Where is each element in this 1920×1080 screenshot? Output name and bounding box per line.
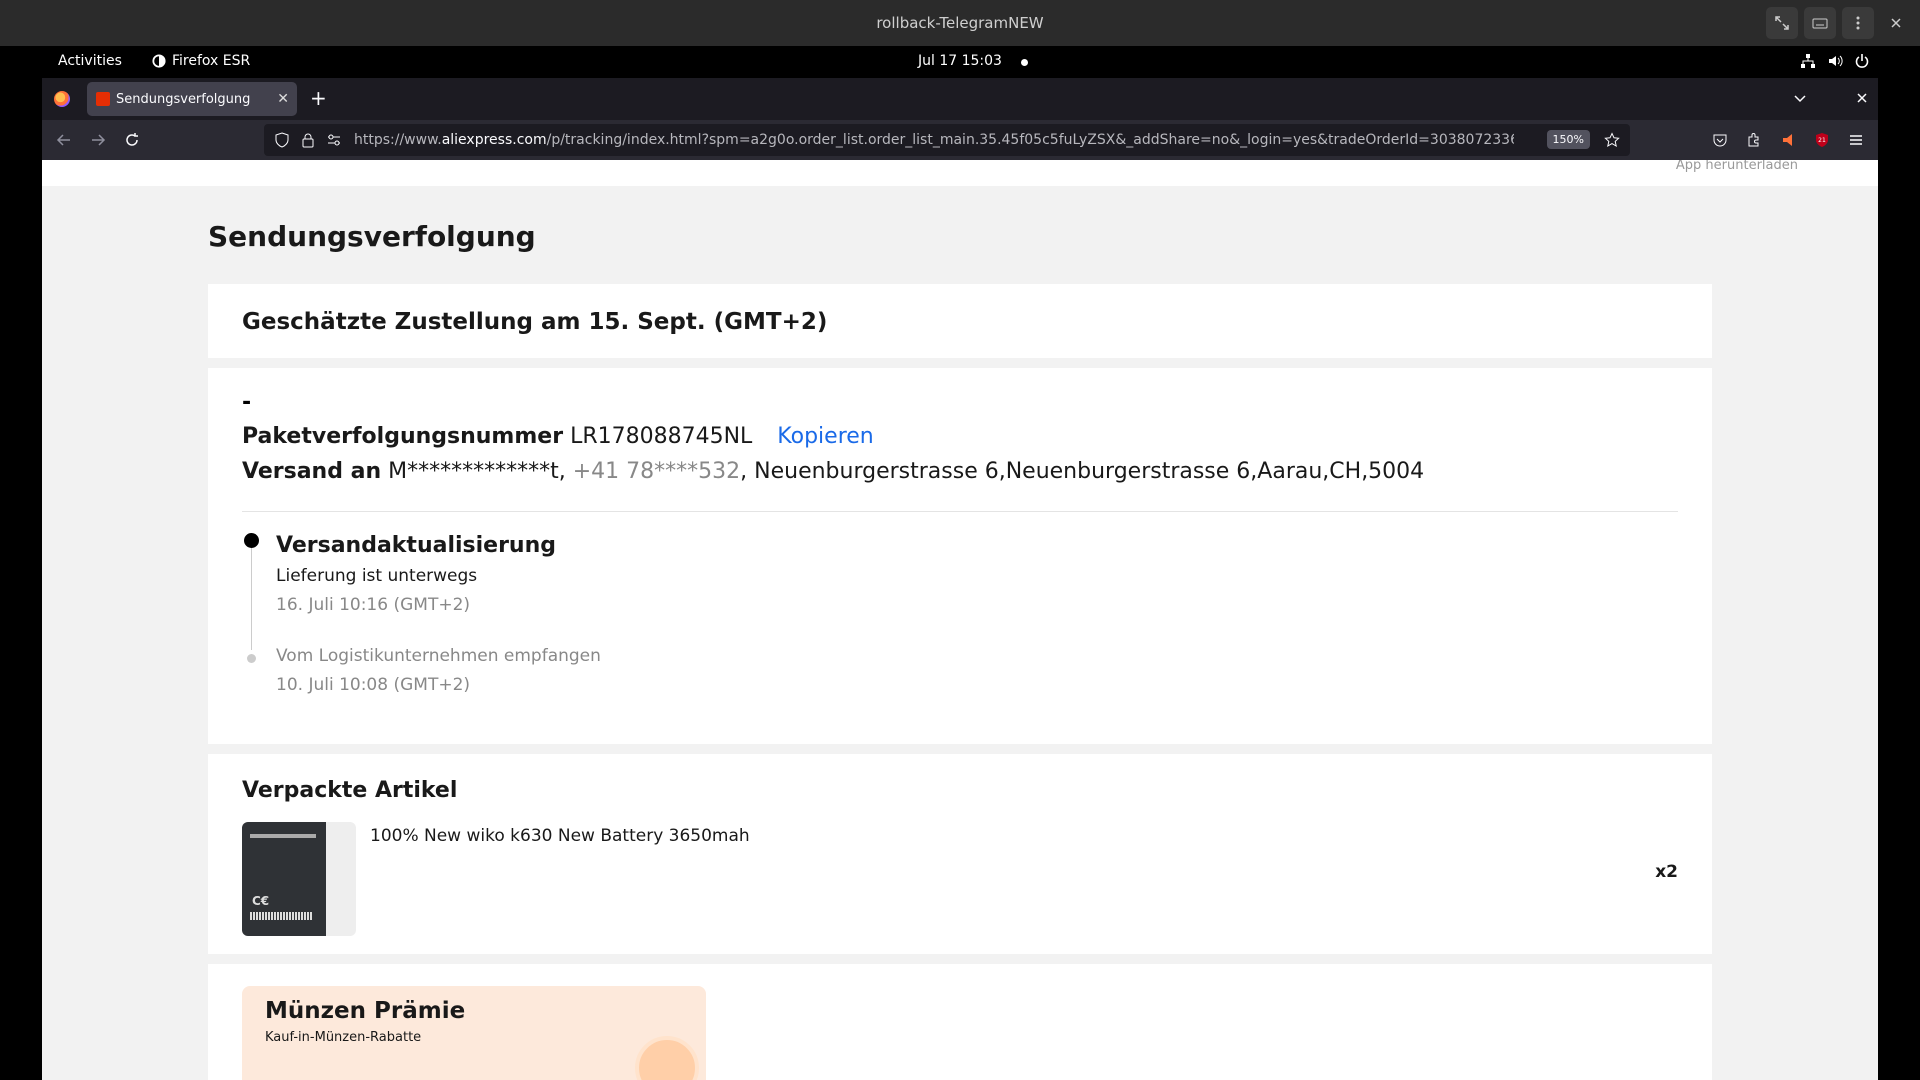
url-text[interactable]: https://www.aliexpress.com/p/tracking/in… [354, 132, 1514, 148]
back-icon[interactable] [56, 132, 72, 152]
window-controls [1766, 7, 1912, 39]
bookmark-star-icon[interactable] [1604, 132, 1620, 148]
aliexpress-favicon-icon [96, 92, 110, 106]
reload-icon[interactable] [124, 132, 140, 152]
timeline-event-time: 16. Juli 10:16 (GMT+2) [276, 595, 471, 615]
extension-orange-icon[interactable] [1780, 132, 1796, 148]
packed-items-title: Verpackte Artikel [242, 778, 458, 803]
coin-icon [635, 1036, 699, 1080]
timeline-event-status: Lieferung ist unterwegs [276, 566, 478, 586]
tab-title: Sendungsverfolgung [116, 91, 251, 107]
browser-window: Sendungsverfolgung ✕ + https://www.aliex… [42, 78, 1878, 1080]
fullscreen-icon[interactable] [1766, 7, 1798, 39]
system-tray[interactable] [1800, 53, 1870, 69]
timeline-event-time: 10. Juli 10:08 (GMT+2) [276, 675, 471, 695]
battery-label-stripe [250, 834, 316, 838]
product-quantity: x2 [1655, 862, 1678, 882]
timeline-past-dot [247, 654, 256, 663]
tracking-card: - Paketverfolgungsnummer LR178088745NL K… [208, 368, 1712, 744]
timeline-current-dot [244, 533, 259, 548]
firefox-icon [152, 54, 166, 68]
network-icon [1801, 54, 1815, 68]
divider [242, 511, 1678, 512]
page-title: Sendungsverfolgung [208, 220, 536, 253]
app-name: Firefox ESR [172, 53, 251, 69]
volume-icon [1829, 55, 1843, 67]
recipient-address: , Neuenburgerstrasse 6,Neuenburgerstrass… [740, 459, 1425, 484]
product-thumbnail[interactable]: C€ [242, 822, 356, 936]
ublock-icon[interactable]: 21 [1814, 132, 1830, 148]
recipient-phone: +41 78****532 [572, 459, 741, 484]
tracking-number-row: Paketverfolgungsnummer LR178088745NL Kop… [242, 424, 874, 449]
notification-dot [1021, 59, 1028, 66]
gnome-top-bar: Activities Firefox ESR Jul 17 15:03 [0, 46, 1920, 78]
battery-image: C€ [242, 822, 326, 936]
timeline-line [251, 540, 252, 650]
forward-icon[interactable] [90, 132, 106, 152]
power-icon [1855, 54, 1869, 68]
product-name[interactable]: 100% New wiko k630 New Battery 3650mah [370, 826, 750, 846]
url-path: /p/tracking/index.html?spm=a2g0o.order_l… [546, 132, 1514, 148]
estimated-delivery: Geschätzte Zustellung am 15. Sept. (GMT+… [242, 309, 828, 335]
shield-icon[interactable] [274, 132, 290, 148]
timeline-title: Versandaktualisierung [276, 533, 557, 558]
window-close-icon[interactable] [1880, 7, 1912, 39]
carrier-placeholder: - [242, 390, 252, 415]
tab-bar: Sendungsverfolgung ✕ + [42, 78, 1878, 120]
page-content: App herunterladen Sendungsverfolgung Ges… [42, 160, 1878, 1080]
coins-subtitle: Kauf-in-Münzen-Rabatte [265, 1030, 422, 1045]
coins-title: Münzen Prämie [265, 998, 466, 1024]
window-title: rollback-TelegramNEW [876, 14, 1044, 32]
tab-close-icon[interactable]: ✕ [277, 91, 289, 107]
url-bar[interactable]: https://www.aliexpress.com/p/tracking/in… [264, 124, 1630, 156]
header-strip [42, 160, 1878, 186]
pocket-icon[interactable] [1712, 132, 1728, 148]
permissions-icon[interactable] [326, 132, 342, 148]
tab-sendungsverfolgung[interactable]: Sendungsverfolgung ✕ [87, 82, 297, 116]
firefox-view-icon[interactable] [54, 91, 70, 107]
lock-icon[interactable] [300, 132, 316, 148]
url-host: aliexpress.com [441, 132, 547, 148]
url-prefix: https://www. [354, 132, 442, 148]
estimated-delivery-card: Geschätzte Zustellung am 15. Sept. (GMT+… [208, 284, 1712, 358]
activities-button[interactable]: Activities [58, 53, 122, 69]
packed-items-card: Verpackte Artikel C€ 100% New wiko k630 … [208, 754, 1712, 954]
ublock-badge: 21 [1818, 137, 1826, 144]
browser-close-icon[interactable] [1854, 90, 1870, 110]
hamburger-menu-icon[interactable] [1848, 132, 1864, 148]
zoom-indicator[interactable]: 150% [1546, 130, 1590, 149]
clock[interactable]: Jul 17 15:03 [918, 53, 1002, 69]
kebab-menu-icon[interactable] [1842, 7, 1874, 39]
navigation-toolbar: https://www.aliexpress.com/p/tracking/in… [42, 120, 1878, 160]
recipient-name: M*************t, [388, 459, 566, 484]
toolbar-right: 21 [1712, 132, 1864, 148]
tracking-label: Paketverfolgungsnummer [242, 424, 564, 449]
keyboard-icon[interactable] [1804, 7, 1836, 39]
app-menu[interactable]: Firefox ESR [152, 53, 250, 69]
ship-to-label: Versand an [242, 459, 382, 484]
window-titlebar: rollback-TelegramNEW [0, 0, 1920, 46]
timeline-event-status: Vom Logistikunternehmen empfangen [276, 646, 601, 666]
extensions-icon[interactable] [1746, 132, 1762, 148]
coins-card: Münzen Prämie Kauf-in-Münzen-Rabatte [208, 964, 1712, 1080]
app-download-link[interactable]: App herunterladen [1676, 160, 1798, 173]
tracking-number: LR178088745NL [570, 424, 753, 449]
new-tab-button[interactable]: + [310, 88, 327, 108]
ce-mark: C€ [252, 894, 270, 908]
list-all-tabs-icon[interactable] [1792, 90, 1808, 110]
barcode [250, 912, 312, 920]
coins-reward-banner[interactable]: Münzen Prämie Kauf-in-Münzen-Rabatte [242, 986, 706, 1080]
ship-to-row: Versand an M*************t, +41 78****53… [242, 459, 1424, 484]
copy-button[interactable]: Kopieren [777, 424, 873, 449]
